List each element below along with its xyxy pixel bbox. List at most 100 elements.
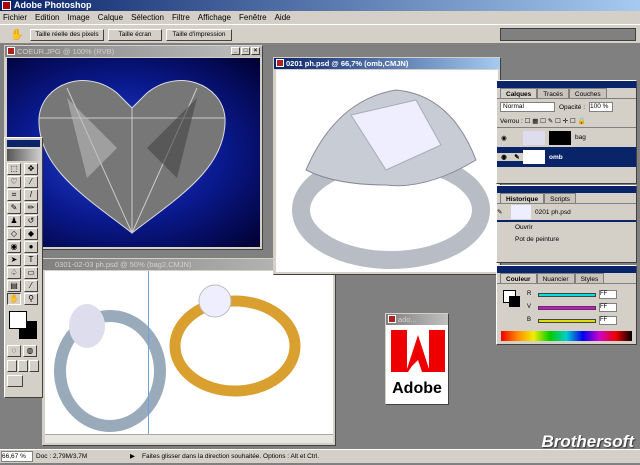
paint-bucket-icon[interactable]: ◆ (24, 228, 38, 240)
path-selection-icon[interactable]: ➤ (7, 254, 21, 266)
screen-mode-standard-icon[interactable] (7, 360, 17, 372)
palette-title-bar[interactable] (497, 266, 636, 273)
adobe-online-button[interactable] (7, 149, 40, 161)
history-step-pot-de-peinture[interactable]: Pot de peinture (497, 234, 636, 246)
menu-fichier[interactable]: Fichier (3, 11, 27, 24)
lock-label: Verrou : (500, 118, 523, 125)
slice-tool-icon[interactable]: / (24, 189, 38, 201)
window-title: 0301-02-03 ph.psd @ 50% (bag2,CMJN) (55, 260, 192, 269)
hand-tool-icon[interactable]: ✋ (7, 293, 21, 305)
tab-couches[interactable]: Couches (568, 88, 607, 98)
channel-label: B (527, 317, 532, 323)
layer-row-omb[interactable]: ◉ ✎ omb (497, 147, 636, 167)
menu-calque[interactable]: Calque (98, 11, 123, 24)
status-hint: Faites glisser dans la direction souhait… (142, 453, 320, 460)
document-window-ring[interactable]: 0201 ph.psd @ 66,7% (omb,CMJN) (273, 57, 501, 275)
minimize-button[interactable]: _ (231, 47, 240, 55)
color-ramp[interactable] (501, 331, 632, 341)
channel-value-input[interactable]: FF (599, 316, 617, 325)
print-size-button[interactable]: Taille d'impression (166, 29, 232, 41)
slider-r[interactable]: R FF (527, 288, 617, 301)
channel-value-input[interactable]: FF (599, 290, 617, 299)
brush-tool-icon[interactable]: ✏ (24, 202, 38, 214)
menu-filtre[interactable]: Filtre (172, 11, 190, 24)
actual-pixels-button[interactable]: Taille réelle des pixels (30, 29, 104, 41)
window-title-bar[interactable]: ado... (386, 314, 448, 325)
layer-row-bag[interactable]: ◉ bag (497, 127, 636, 147)
channel-slider[interactable] (538, 305, 596, 310)
maximize-button[interactable]: □ (241, 47, 250, 55)
magic-wand-tool-icon[interactable]: ⁄ (24, 176, 38, 188)
marquee-tool-icon[interactable]: ⬚ (7, 163, 21, 175)
lasso-tool-icon[interactable]: ♡ (7, 176, 21, 188)
slider-v[interactable]: V FF (527, 301, 617, 314)
healing-brush-icon[interactable]: ✎ (7, 202, 21, 214)
foreground-color-swatch[interactable] (9, 311, 27, 329)
zoom-field[interactable]: 66,67 % (1, 451, 33, 462)
layer-mask-thumbnail (549, 130, 571, 145)
eye-icon[interactable]: ◉ (497, 134, 511, 142)
ring-image (276, 70, 498, 272)
blend-mode-select[interactable]: Normal (500, 102, 555, 112)
type-tool-icon[interactable]: T (24, 254, 38, 266)
quick-mask-icon[interactable]: ◍ (23, 345, 37, 357)
status-menu-arrow-icon[interactable]: ▶ (130, 450, 135, 463)
eyedropper-tool-icon[interactable]: ⁄ (24, 280, 38, 292)
dodge-tool-icon[interactable]: ● (24, 241, 38, 253)
history-step-ouvrir[interactable]: Ouvrir (497, 222, 636, 234)
channel-slider[interactable] (538, 292, 596, 297)
palette-well (500, 28, 636, 41)
opacity-label: Opacité : (559, 103, 586, 111)
rectangle-tool-icon[interactable]: ▭ (24, 267, 38, 279)
palette-title-bar[interactable] (497, 186, 636, 193)
menu-affichage[interactable]: Affichage (198, 11, 231, 24)
color-swatches[interactable] (7, 309, 40, 343)
window-title-bar[interactable]: 0201 ph.psd @ 66,7% (omb,CMJN) (274, 58, 500, 69)
toolbox-title-bar[interactable] (7, 140, 40, 147)
app-title-bar: Adobe Photoshop (0, 0, 640, 11)
fit-screen-button[interactable]: Taille écran (108, 29, 162, 41)
menu-edition[interactable]: Edition (35, 11, 59, 24)
move-tool-icon[interactable]: ✥ (24, 163, 38, 175)
history-snapshot[interactable]: ✎ 0201 ph.psd (497, 204, 636, 222)
document-window-rings[interactable]: 0301-02-03 ph.psd @ 50% (bag2,CMJN) (42, 258, 336, 446)
stamp-tool-icon[interactable]: ♟ (7, 215, 21, 227)
palette-title-bar[interactable] (497, 81, 636, 88)
screen-mode-full-menu-icon[interactable] (18, 360, 28, 372)
tab-historique[interactable]: Historique (500, 193, 545, 203)
horizontal-scrollbar[interactable] (45, 434, 333, 443)
document-window-adobe[interactable]: ado... Adobe (385, 313, 449, 405)
crop-tool-icon[interactable]: ⌗ (7, 189, 21, 201)
window-title: 0201 ph.psd @ 66,7% (omb,CMJN) (286, 59, 409, 68)
tab-couleur[interactable]: Couleur (500, 273, 537, 283)
standard-mode-icon[interactable]: ◌ (7, 345, 21, 357)
screen-mode-full-icon[interactable] (29, 360, 39, 372)
eye-icon[interactable]: ◉ (497, 153, 511, 161)
opacity-input[interactable]: 100 % (589, 102, 614, 112)
tab-scripts[interactable]: Scripts (544, 193, 577, 203)
channel-value-input[interactable]: FF (599, 303, 617, 312)
menu-fenetre[interactable]: Fenêtre (239, 11, 267, 24)
menu-image[interactable]: Image (67, 11, 89, 24)
notes-tool-icon[interactable]: ▤ (7, 280, 21, 292)
jump-to-imageready-icon[interactable] (7, 375, 23, 387)
menu-aide[interactable]: Aide (275, 11, 291, 24)
pen-tool-icon[interactable]: ♤ (7, 267, 21, 279)
close-button[interactable]: × (251, 47, 260, 55)
background-swatch[interactable] (509, 296, 520, 307)
guide-line (148, 271, 149, 434)
tab-nuancier[interactable]: Nuancier (536, 273, 575, 283)
layer-thumbnail (523, 150, 545, 164)
eraser-tool-icon[interactable]: ◇ (7, 228, 21, 240)
menu-selection[interactable]: Sélection (131, 11, 164, 24)
window-title-bar[interactable]: COEUR.JPG @ 100% (RVB) _ □ × (5, 46, 262, 57)
tab-calques[interactable]: Calques (500, 88, 538, 98)
blur-tool-icon[interactable]: ◉ (7, 241, 21, 253)
history-brush-icon[interactable]: ↺ (24, 215, 38, 227)
zoom-tool-icon[interactable]: ⚲ (24, 293, 38, 305)
slider-b[interactable]: B FF (527, 314, 617, 327)
tab-styles[interactable]: Styles (574, 273, 605, 283)
channel-slider[interactable] (538, 318, 596, 323)
tab-traces[interactable]: Tracés (537, 88, 569, 98)
options-bar: ✋ Taille réelle des pixels Taille écran … (0, 24, 640, 44)
